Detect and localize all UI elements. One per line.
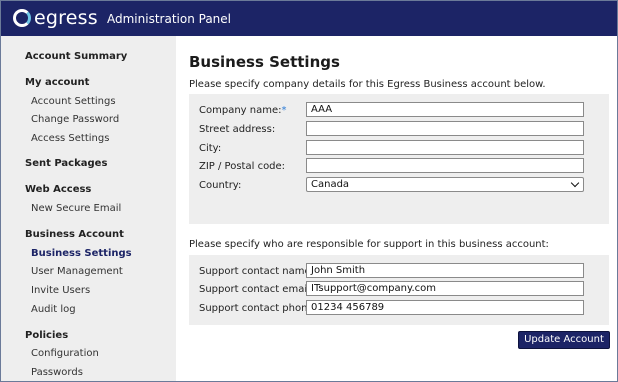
support-intro-text: Please specify who are responsible for s… bbox=[189, 239, 549, 250]
sidebar-item-access-settings[interactable]: Access Settings bbox=[31, 132, 109, 145]
support-name-label: Support contact name: bbox=[199, 266, 315, 277]
sidebar-item-configuration[interactable]: Configuration bbox=[31, 347, 99, 360]
support-email-input[interactable]: ITsupport@company.com bbox=[306, 281, 584, 296]
street-address-row: Street address: bbox=[199, 121, 599, 137]
zip-label: ZIP / Postal code: bbox=[199, 161, 286, 172]
egress-logo-icon bbox=[13, 9, 31, 27]
company-name-label: Company name:* bbox=[199, 105, 287, 116]
sidebar-item-sent-packages[interactable]: Sent Packages bbox=[25, 157, 107, 170]
update-account-button[interactable]: Update Account bbox=[518, 331, 610, 349]
company-intro-text: Please specify company details for this … bbox=[189, 79, 546, 90]
sidebar-item-business-settings[interactable]: Business Settings bbox=[31, 247, 132, 260]
company-name-input[interactable]: AAA bbox=[306, 102, 584, 117]
required-marker: * bbox=[281, 105, 287, 116]
support-email-row: Support contact email: ITsupport@company… bbox=[199, 281, 599, 297]
sidebar-item-new-secure-email[interactable]: New Secure Email bbox=[31, 202, 121, 215]
page-title: Business Settings bbox=[189, 53, 340, 71]
street-address-label: Street address: bbox=[199, 124, 276, 135]
logo-text: egress bbox=[34, 7, 98, 29]
chevron-down-icon bbox=[570, 178, 580, 188]
support-name-row: Support contact name: John Smith bbox=[199, 263, 599, 279]
zip-input[interactable] bbox=[306, 158, 584, 173]
country-select[interactable]: Canada bbox=[306, 177, 584, 192]
support-name-input[interactable]: John Smith bbox=[306, 263, 584, 278]
city-label: City: bbox=[199, 143, 222, 154]
street-address-input[interactable] bbox=[306, 121, 584, 136]
sidebar-section-policies: Policies bbox=[25, 330, 69, 341]
support-phone-input[interactable]: 01234 456789 bbox=[306, 300, 584, 315]
sidebar-section-web-access: Web Access bbox=[25, 184, 92, 195]
sidebar-section-my-account: My account bbox=[25, 77, 90, 88]
company-details-panel: Company name:* AAA Street address: City:… bbox=[189, 94, 609, 224]
header-bar: egress Administration Panel bbox=[1, 1, 617, 36]
sidebar-item-account-settings[interactable]: Account Settings bbox=[31, 95, 116, 108]
sidebar: Account Summary My account Account Setti… bbox=[1, 36, 176, 381]
country-row: Country: Canada bbox=[199, 177, 599, 193]
company-name-row: Company name:* AAA bbox=[199, 102, 599, 118]
support-phone-label: Support contact phone: bbox=[199, 303, 317, 314]
zip-row: ZIP / Postal code: bbox=[199, 158, 599, 174]
sidebar-section-business-account: Business Account bbox=[25, 229, 124, 240]
admin-window: egress Administration Panel Account Summ… bbox=[0, 0, 618, 382]
sidebar-item-user-management[interactable]: User Management bbox=[31, 265, 123, 278]
country-label: Country: bbox=[199, 180, 242, 191]
country-selected-value: Canada bbox=[311, 179, 350, 190]
sidebar-item-change-password[interactable]: Change Password bbox=[31, 113, 119, 126]
support-contacts-panel: Support contact name: John Smith Support… bbox=[189, 255, 609, 325]
sidebar-item-invite-users[interactable]: Invite Users bbox=[31, 284, 90, 297]
support-email-label: Support contact email: bbox=[199, 284, 314, 295]
egress-logo[interactable]: egress bbox=[13, 6, 98, 30]
sidebar-item-passwords[interactable]: Passwords bbox=[31, 366, 83, 379]
sidebar-item-account-summary[interactable]: Account Summary bbox=[25, 50, 127, 63]
city-input[interactable] bbox=[306, 140, 584, 155]
sidebar-item-audit-log[interactable]: Audit log bbox=[31, 303, 76, 316]
city-row: City: bbox=[199, 140, 599, 156]
support-phone-row: Support contact phone: 01234 456789 bbox=[199, 300, 599, 316]
panel-title: Administration Panel bbox=[107, 12, 231, 26]
main-content: Business Settings Please specify company… bbox=[176, 36, 617, 381]
